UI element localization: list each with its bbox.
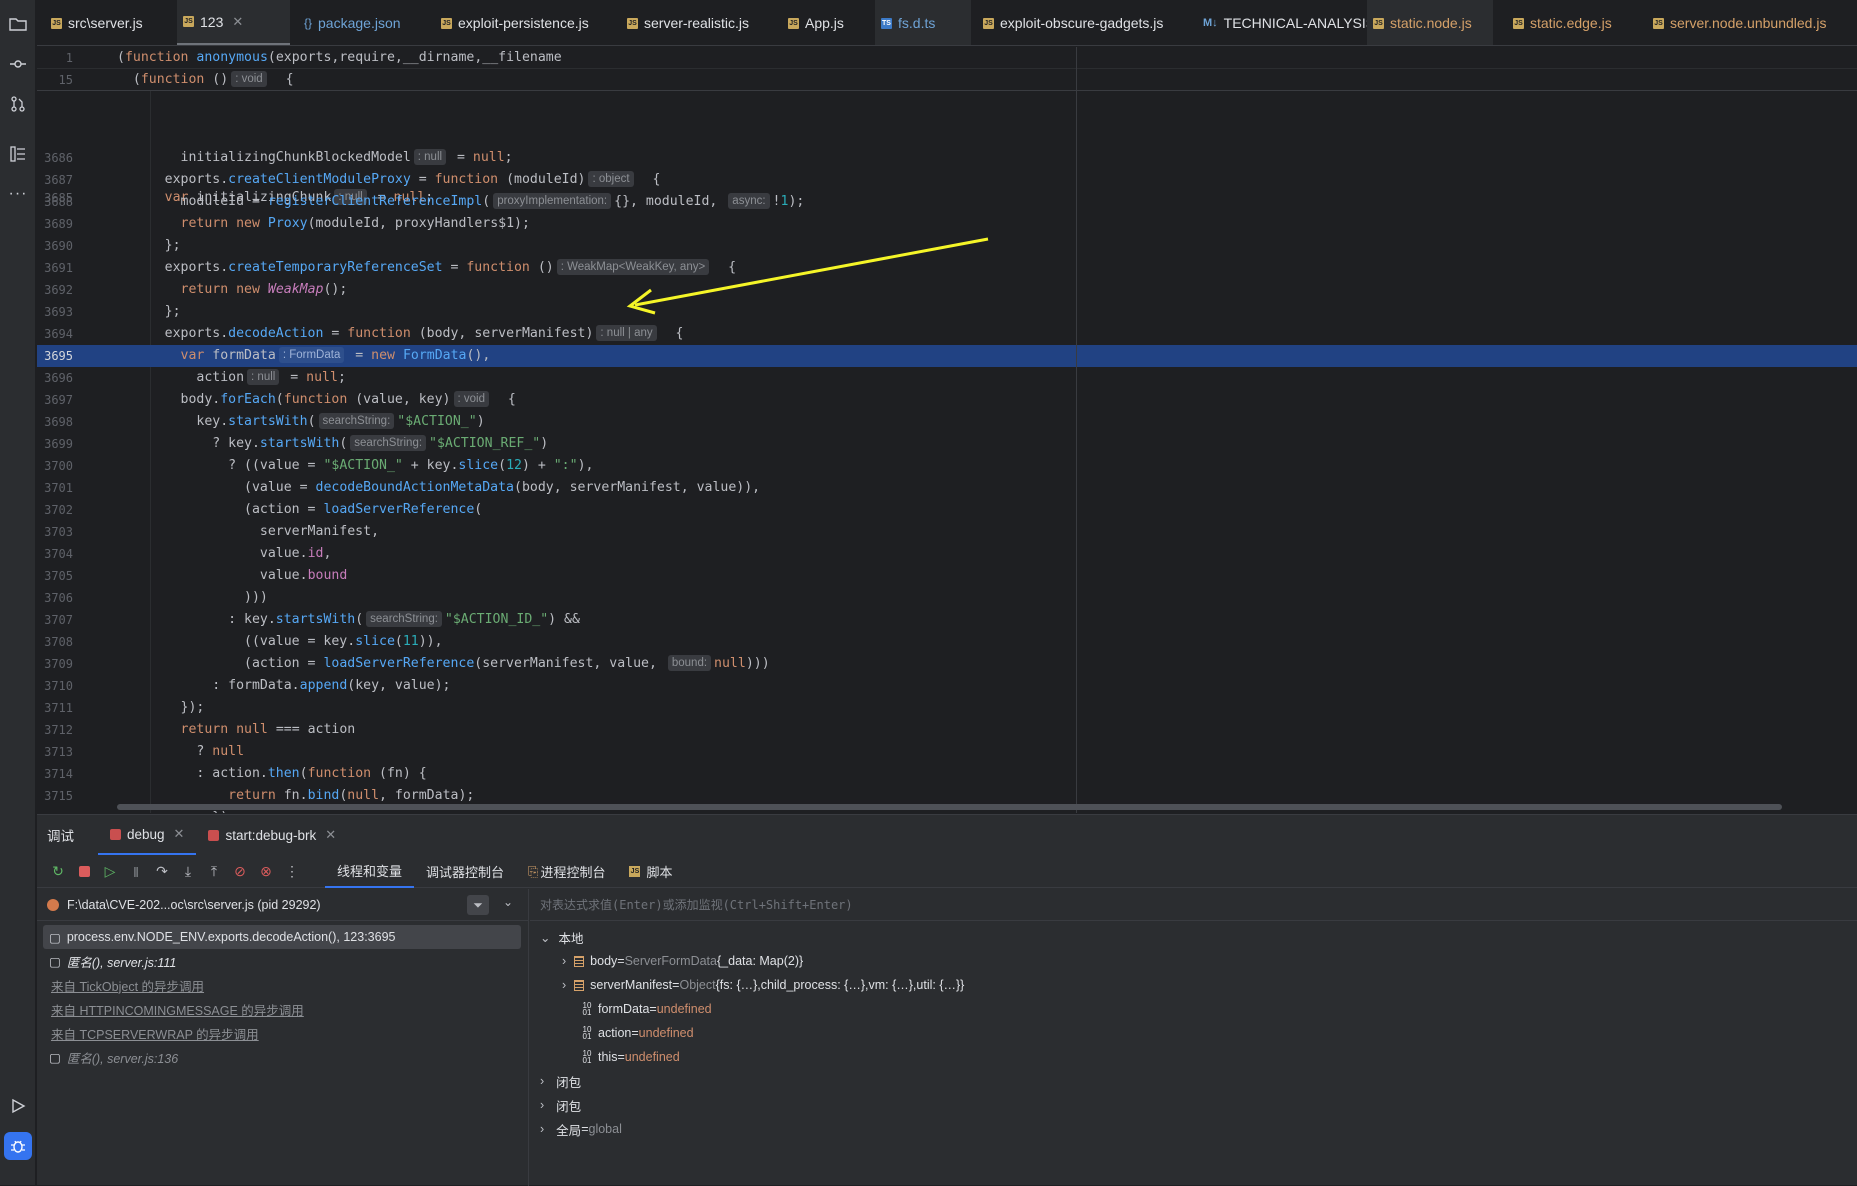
tab-start-debug-brk[interactable]: start:debug-brk ✕	[196, 815, 348, 855]
step-into-icon[interactable]: ⤓	[175, 859, 201, 885]
npm-run-icon	[208, 829, 220, 841]
variables-pane: 对表达式求值(Enter)或添加监视(Ctrl+Shift+Enter) ⌄ 本地…	[530, 889, 1857, 1186]
chevron-right-icon: ›	[540, 1098, 545, 1112]
stop-icon[interactable]	[71, 859, 97, 885]
thread-selector[interactable]: F:\data\CVE-202...oc\src\server.js (pid …	[37, 889, 529, 921]
primitive-value-icon: 10 01	[582, 1001, 592, 1017]
stack-frame[interactable]: ▢ 匿名(), server.js:136	[43, 1045, 178, 1069]
chevron-down-icon[interactable]: ⌄	[503, 895, 513, 909]
stack-frame[interactable]: ▢ process.env.NODE_ENV.exports.decodeActi…	[43, 925, 521, 949]
js-file-icon: JS	[629, 866, 641, 877]
yellow-arrow-icon	[626, 237, 989, 315]
process-status-icon	[47, 898, 59, 911]
process-label: F:\data\CVE-202...oc\src\server.js (pid …	[67, 897, 321, 912]
tab-brk-label: start:debug-brk	[225, 827, 317, 843]
chevron-right-icon: ›	[562, 978, 567, 992]
frame-icon: ▢	[49, 954, 61, 969]
npm-run-icon	[110, 828, 121, 840]
frame-icon: ▢	[49, 930, 61, 945]
tab-debug[interactable]: debug ✕	[98, 815, 197, 855]
tab-process-console[interactable]: ⎘ 进程控制台	[516, 856, 617, 888]
async-stack-frame[interactable]: 来自 TCPSERVERWRAP 的异步调用	[43, 1021, 259, 1045]
view-breakpoints-icon[interactable]: ⊘	[227, 859, 253, 885]
scope-closure[interactable]: › 闭包	[540, 1093, 581, 1117]
close-tab-icon[interactable]: ✕	[325, 827, 336, 843]
scope-local[interactable]: ⌄ 本地	[540, 925, 584, 949]
pause-icon[interactable]: ‖	[123, 859, 149, 885]
object-field-icon	[574, 955, 585, 967]
step-out-icon[interactable]: ⤒	[201, 859, 227, 885]
scope-closure[interactable]: › 闭包	[540, 1069, 581, 1093]
scope-global[interactable]: › 全局 = global	[540, 1117, 622, 1141]
debug-tool-window: 调试 debug ✕ start:debug-brk ✕ ↻ ▷ ‖ ↷ ⤓ ⤒…	[37, 814, 1857, 1186]
chevron-down-icon: ⌄	[540, 930, 551, 945]
debug-tabs: 调试 debug ✕ start:debug-brk ✕	[37, 815, 1857, 855]
chevron-right-icon: ›	[540, 1074, 545, 1088]
variable-form-data[interactable]: 10 01 formData = undefined	[582, 997, 712, 1021]
object-field-icon	[574, 979, 585, 991]
console-icon: ⎘	[528, 863, 539, 879]
frame-icon: ▢	[49, 1050, 61, 1065]
stack-frame[interactable]: ▢ 匿名(), server.js:111	[43, 949, 176, 973]
filter-icon[interactable]: ⏷	[467, 895, 489, 915]
async-stack-frame[interactable]: 来自 HTTPINCOMINGMESSAGE 的异步调用	[43, 997, 304, 1021]
primitive-value-icon: 10 01	[582, 1025, 592, 1041]
evaluate-expression-input[interactable]: 对表达式求值(Enter)或添加监视(Ctrl+Shift+Enter)	[530, 889, 1857, 921]
async-stack-frame[interactable]: 来自 TickObject 的异步调用	[43, 973, 204, 997]
close-tab-icon[interactable]: ✕	[174, 826, 185, 842]
mute-breakpoints-icon[interactable]: ⊗	[253, 859, 279, 885]
primitive-value-icon: 10 01	[582, 1049, 592, 1065]
tab-threads-variables[interactable]: 线程和变量	[325, 856, 415, 888]
more-options-icon[interactable]: ⋮	[279, 859, 305, 885]
tab-debugger-console[interactable]: 调试器控制台	[414, 856, 516, 888]
variable-this[interactable]: 10 01 this = undefined	[582, 1045, 680, 1069]
step-over-icon[interactable]: ↷	[149, 859, 175, 885]
tab-scripts[interactable]: JS 脚本	[617, 856, 684, 888]
frames-pane: F:\data\CVE-202...oc\src\server.js (pid …	[37, 889, 529, 1186]
tab-debug-label: debug	[127, 826, 165, 842]
variable-body[interactable]: › body = ServerFormData {_data: Map(2)}	[562, 949, 803, 973]
resume-icon[interactable]: ▷	[97, 859, 123, 885]
chevron-right-icon: ›	[562, 954, 567, 968]
variable-server-manifest[interactable]: › serverManifest = Object {fs: {…},child_…	[562, 973, 964, 997]
debug-toolbar: ↻ ▷ ‖ ↷ ⤓ ⤒ ⊘ ⊗ ⋮ 线程和变量 调试器控制台 ⎘ 进程控制台 JS…	[37, 856, 1857, 888]
chevron-right-icon: ›	[540, 1122, 545, 1136]
variable-action[interactable]: 10 01 action = undefined	[582, 1021, 694, 1045]
rerun-icon[interactable]: ↻	[45, 859, 71, 885]
debug-title: 调试	[47, 829, 74, 844]
